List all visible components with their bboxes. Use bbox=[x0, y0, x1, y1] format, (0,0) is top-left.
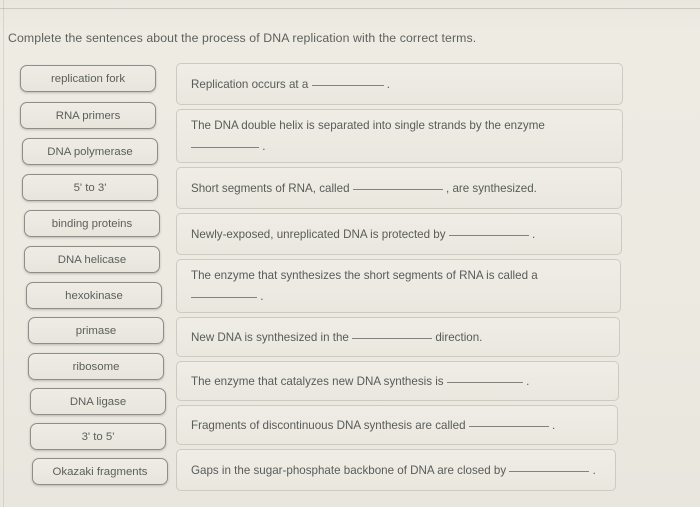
sentence-text-before: Replication occurs at a bbox=[191, 77, 309, 91]
answer-blank[interactable] bbox=[468, 417, 549, 427]
term-chip-label: DNA ligase bbox=[69, 395, 127, 408]
sentence-line: Replication occurs at a . bbox=[191, 76, 608, 93]
term-chip-label: RNA primers bbox=[55, 109, 121, 122]
term-chip[interactable]: 3' to 5' bbox=[30, 423, 166, 450]
sentence-line: Fragments of discontinuous DNA synthesis… bbox=[191, 417, 603, 434]
sentence-drop-box[interactable]: New DNA is synthesized in the direction. bbox=[176, 317, 620, 357]
sentence-text-after: direction. bbox=[435, 330, 483, 344]
term-chip[interactable]: DNA ligase bbox=[30, 388, 166, 415]
answer-blank[interactable] bbox=[311, 76, 384, 86]
term-chip-label: 3' to 5' bbox=[81, 430, 115, 443]
sentence-text-before: New DNA is synthesized in the bbox=[191, 330, 349, 344]
page-top-rule bbox=[0, 8, 700, 9]
sentence-text-before: The enzyme that synthesizes the short se… bbox=[191, 269, 538, 282]
page-title: Complete the sentences about the process… bbox=[8, 31, 477, 45]
term-chip-label: DNA polymerase bbox=[47, 145, 133, 158]
term-chip-label: ribosome bbox=[72, 360, 120, 373]
sentence-text-before: Fragments of discontinuous DNA synthesis… bbox=[191, 418, 466, 432]
sentence-text-before: Gaps in the sugar-phosphate backbone of … bbox=[191, 463, 507, 477]
sentence-line: The DNA double helix is separated into s… bbox=[191, 117, 608, 134]
sentence-drop-box[interactable]: Fragments of discontinuous DNA synthesis… bbox=[176, 405, 618, 445]
term-chip-label: Okazaki fragments bbox=[52, 465, 148, 478]
sentence-text-after: . bbox=[262, 140, 266, 153]
sentence-line: Newly-exposed, unreplicated DNA is prote… bbox=[191, 226, 607, 243]
term-chip[interactable]: DNA helicase bbox=[24, 246, 160, 273]
sentence-text-after: . bbox=[532, 227, 536, 241]
sentence-text-before: Short segments of RNA, called bbox=[191, 181, 350, 195]
sentence-text-after: . bbox=[552, 418, 556, 432]
answer-blank[interactable] bbox=[352, 180, 443, 190]
sentence-text-after: . bbox=[526, 374, 530, 388]
sentence-drop-box[interactable]: The enzyme that synthesizes the short se… bbox=[176, 259, 621, 313]
sentence-line: New DNA is synthesized in the direction. bbox=[191, 329, 605, 346]
answer-blank[interactable] bbox=[509, 462, 590, 472]
term-chip-label: binding proteins bbox=[51, 217, 133, 230]
sentence-drop-box[interactable]: The enzyme that catalyzes new DNA synthe… bbox=[176, 361, 619, 401]
term-chip[interactable]: hexokinase bbox=[26, 282, 162, 309]
answer-blank[interactable] bbox=[446, 373, 523, 383]
term-chip-label: DNA helicase bbox=[57, 253, 127, 266]
sentence-text-after: . bbox=[386, 77, 390, 91]
sentence-line: . bbox=[191, 288, 606, 305]
page-left-rule bbox=[3, 0, 4, 507]
term-chip[interactable]: ribosome bbox=[28, 353, 164, 380]
term-chip[interactable]: RNA primers bbox=[20, 102, 156, 129]
answer-blank[interactable] bbox=[191, 288, 257, 298]
sentence-drop-box[interactable]: The DNA double helix is separated into s… bbox=[176, 109, 623, 163]
term-chip[interactable]: replication fork bbox=[20, 65, 156, 92]
sentence-drop-box[interactable]: Short segments of RNA, called , are synt… bbox=[176, 167, 622, 209]
sentence-text-before: The enzyme that catalyzes new DNA synthe… bbox=[191, 374, 444, 388]
sentence-line: The enzyme that synthesizes the short se… bbox=[191, 267, 606, 284]
answer-blank[interactable] bbox=[191, 138, 259, 148]
sentence-drop-box[interactable]: Replication occurs at a . bbox=[176, 63, 623, 105]
sentence-line: Gaps in the sugar-phosphate backbone of … bbox=[191, 462, 601, 479]
sentence-drop-box[interactable]: Newly-exposed, unreplicated DNA is prote… bbox=[176, 213, 622, 255]
sentence-drop-box[interactable]: Gaps in the sugar-phosphate backbone of … bbox=[176, 449, 616, 491]
answer-blank[interactable] bbox=[448, 226, 529, 236]
term-chip-label: hexokinase bbox=[65, 289, 123, 302]
term-chip[interactable]: Okazaki fragments bbox=[32, 458, 168, 485]
sentence-line: . bbox=[191, 138, 608, 155]
term-chip-label: 5' to 3' bbox=[73, 181, 107, 194]
term-chip-label: replication fork bbox=[50, 72, 126, 85]
sentence-text-before: Newly-exposed, unreplicated DNA is prote… bbox=[191, 227, 446, 241]
sentence-text-after: . bbox=[260, 290, 264, 303]
term-chip[interactable]: DNA polymerase bbox=[22, 138, 158, 165]
sentence-text-before: The DNA double helix is separated into s… bbox=[191, 119, 545, 132]
term-chip[interactable]: primase bbox=[28, 317, 164, 344]
term-chip[interactable]: 5' to 3' bbox=[22, 174, 158, 201]
term-chip[interactable]: binding proteins bbox=[24, 210, 160, 237]
sentence-text-after: . bbox=[592, 463, 596, 477]
term-chip-label: primase bbox=[75, 324, 117, 337]
answer-blank[interactable] bbox=[352, 329, 433, 339]
sentence-line: Short segments of RNA, called , are synt… bbox=[191, 180, 607, 197]
sentence-text-after: , are synthesized. bbox=[446, 181, 537, 195]
sentence-line: The enzyme that catalyzes new DNA synthe… bbox=[191, 373, 604, 390]
